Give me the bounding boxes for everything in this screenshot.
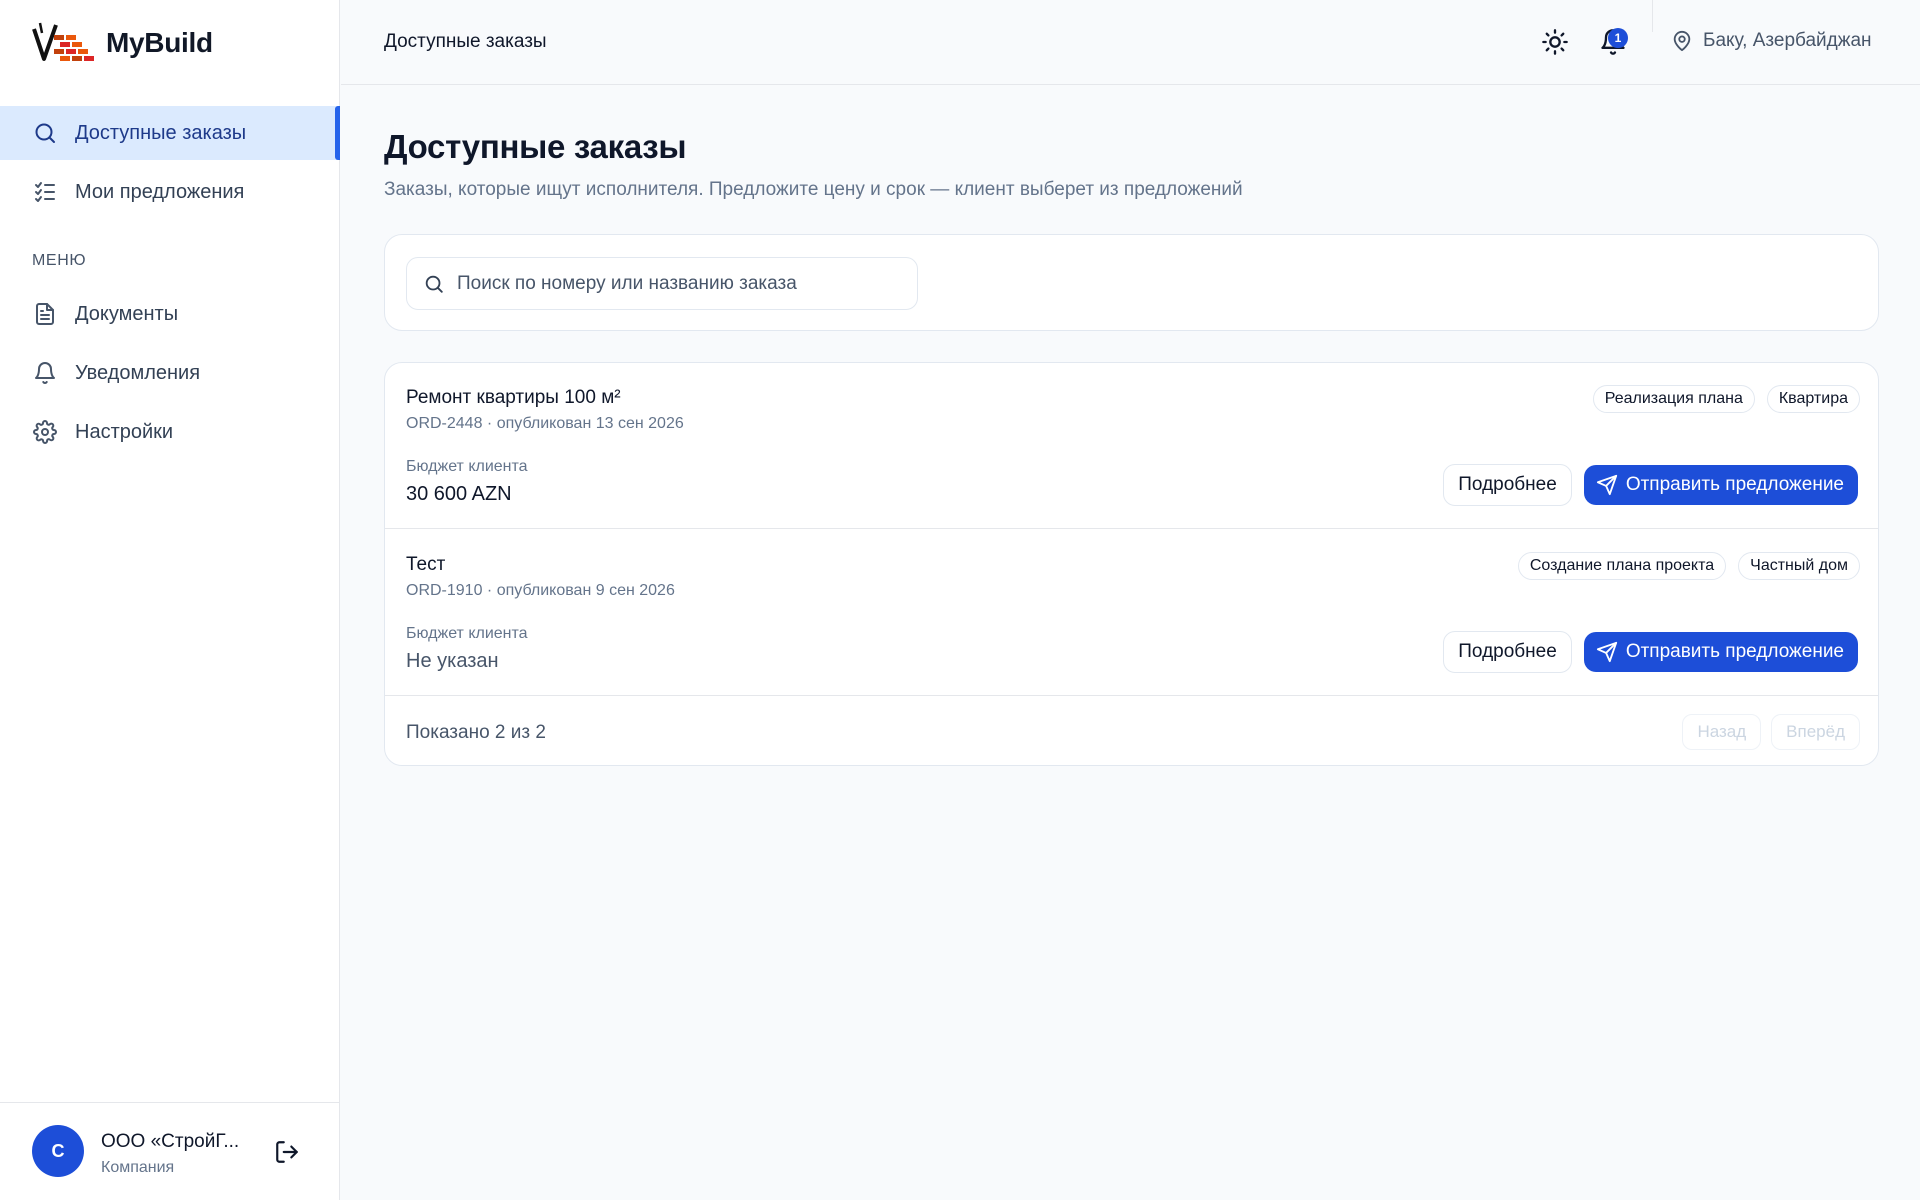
sidebar-item-label: Доступные заказы xyxy=(75,121,247,144)
send-offer-label: Отправить предложение xyxy=(1625,474,1844,495)
sidebar-item-label: Мои предложения xyxy=(75,180,245,203)
search-card xyxy=(384,234,1879,331)
logo[interactable]: MyBuild xyxy=(30,18,213,68)
order-title[interactable]: Тест xyxy=(406,554,445,576)
send-offer-button[interactable]: Отправить предложение xyxy=(1583,465,1858,505)
order-tags: Реализация плана Квартира xyxy=(1592,385,1860,413)
budget-value: Не указан xyxy=(406,650,499,672)
theme-toggle-sun-icon[interactable] xyxy=(1541,28,1569,56)
order-actions: Подробнее Отправить предложение xyxy=(1443,464,1858,506)
page-title: Доступные заказы xyxy=(384,128,687,165)
tag-property: Частный дом xyxy=(1738,552,1860,580)
logout-icon[interactable] xyxy=(274,1139,300,1165)
order-card: Ремонт квартиры 100 м² ORD-2448 · опубли… xyxy=(385,363,1878,529)
tag-property: Квартира xyxy=(1766,385,1860,413)
company-name: ООО «СтройГ... xyxy=(101,1131,240,1152)
order-actions: Подробнее Отправить предложение xyxy=(1443,631,1858,673)
sidebar-item-notifications[interactable]: Уведомления xyxy=(0,346,340,400)
budget-label: Бюджет клиента xyxy=(406,625,528,642)
sidebar-item-available-orders[interactable]: Доступные заказы xyxy=(0,106,340,160)
send-icon xyxy=(1596,641,1617,663)
company-role: Компания xyxy=(101,1159,175,1176)
search-icon xyxy=(425,275,443,293)
order-card: Тест ORD-1910 · опубликован 9 сен 2026 С… xyxy=(385,530,1878,696)
list-footer: Показано 2 из 2 Назад Вперёд xyxy=(385,696,1878,765)
order-meta: ORD-2448 · опубликован 13 сен 2026 xyxy=(406,415,684,432)
details-button[interactable]: Подробнее xyxy=(1443,464,1572,506)
order-title[interactable]: Ремонт квартиры 100 м² xyxy=(406,387,621,409)
bell-icon xyxy=(32,360,58,386)
avatar[interactable]: С xyxy=(32,1125,84,1177)
location-selector[interactable]: Баку, Азербайджан xyxy=(1671,30,1872,52)
sidebar-item-label: Уведомления xyxy=(75,361,201,384)
search-box[interactable] xyxy=(406,257,918,310)
search-icon xyxy=(32,120,58,146)
send-icon xyxy=(1596,474,1617,496)
brick-logo-icon xyxy=(32,22,94,61)
sidebar-item-label: Настройки xyxy=(75,420,174,443)
order-tags: Создание плана проекта Частный дом xyxy=(1517,552,1860,580)
sidebar-item-label: Документы xyxy=(75,302,179,325)
budget-label: Бюджет клиента xyxy=(406,458,528,475)
topbar-divider xyxy=(1652,0,1653,32)
user-panel: С ООО «СтройГ... Компания xyxy=(0,1102,340,1200)
app-name: MyBuild xyxy=(106,27,213,58)
topbar-title: Доступные заказы xyxy=(384,31,547,52)
tag-service: Создание плана проекта xyxy=(1517,552,1727,580)
budget-value: 30 600 AZN xyxy=(406,483,512,505)
document-icon xyxy=(32,301,58,327)
page-subtitle: Заказы, которые ищут исполнителя. Предло… xyxy=(384,179,1243,200)
send-offer-label: Отправить предложение xyxy=(1625,641,1844,662)
menu-section-label: МЕНЮ xyxy=(32,252,87,269)
orders-list: Ремонт квартиры 100 м² ORD-2448 · опубли… xyxy=(384,362,1879,766)
send-offer-button[interactable]: Отправить предложение xyxy=(1583,632,1858,672)
next-page-button[interactable]: Вперёд xyxy=(1771,714,1860,750)
gear-icon xyxy=(32,419,58,445)
prev-page-button[interactable]: Назад xyxy=(1682,714,1762,750)
pagination: Назад Вперёд xyxy=(1682,714,1860,750)
location-label: Баку, Азербайджан xyxy=(1703,30,1872,51)
sidebar-item-documents[interactable]: Документы xyxy=(0,287,340,341)
topbar: Доступные заказы 1 Баку, Азербайджан xyxy=(341,0,1920,85)
order-meta: ORD-1910 · опубликован 9 сен 2026 xyxy=(406,582,675,599)
checklist-icon xyxy=(32,179,58,205)
details-button[interactable]: Подробнее xyxy=(1443,631,1572,673)
notification-count-badge: 1 xyxy=(1608,28,1628,48)
map-pin-icon xyxy=(1673,30,1691,52)
tag-service: Реализация плана xyxy=(1592,385,1755,413)
results-count: Показано 2 из 2 xyxy=(406,722,546,743)
sidebar-item-my-offers[interactable]: Мои предложения xyxy=(0,165,340,219)
sidebar: MyBuild Доступные заказы Мои предложения… xyxy=(0,0,340,1200)
search-input[interactable] xyxy=(457,272,897,295)
sidebar-item-settings[interactable]: Настройки xyxy=(0,405,340,459)
